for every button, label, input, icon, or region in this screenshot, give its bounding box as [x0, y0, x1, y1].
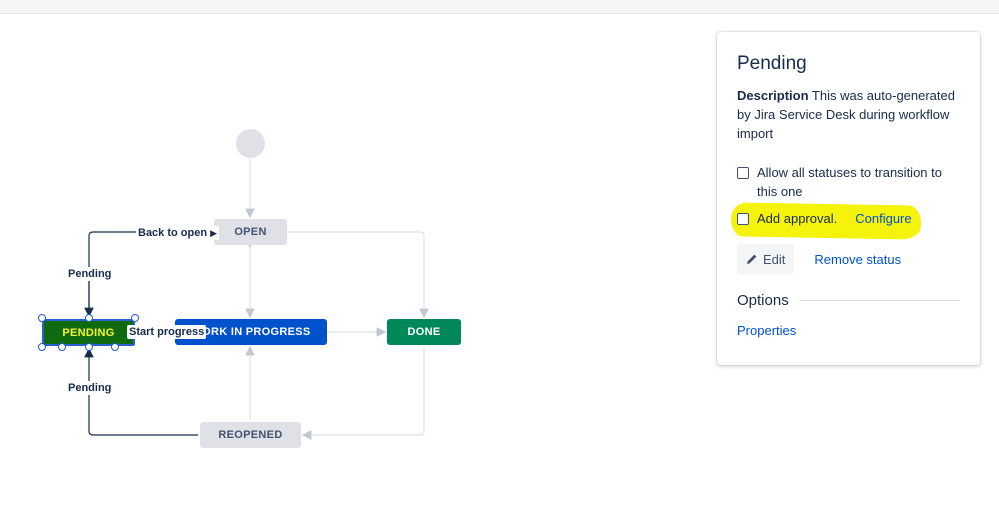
description-label: Description [737, 88, 809, 103]
transition-label-start-progress[interactable]: Start progress [127, 325, 207, 339]
add-approval-row: Add approval. Configure [737, 209, 960, 228]
transition-label-pending-bottom[interactable]: Pending [66, 381, 114, 395]
resize-handle[interactable] [85, 314, 93, 322]
resize-handle[interactable] [111, 343, 119, 351]
workflow-diagram: OPEN WORK IN PROGRESS DONE REOPENED PEND… [0, 0, 700, 508]
remove-status-link[interactable]: Remove status [814, 252, 901, 267]
transition-label-back-to-open[interactable]: Back to open ▶ [136, 226, 220, 240]
transition-lines [84, 158, 429, 440]
panel-title: Pending [737, 53, 807, 74]
status-details-panel: Pending Description This was auto-genera… [717, 32, 980, 365]
resize-handle[interactable] [85, 343, 93, 351]
status-pending-selected[interactable]: PENDING [42, 319, 135, 346]
allow-all-row: Allow all statuses to transition to this… [737, 163, 960, 201]
resize-handle[interactable] [58, 343, 66, 351]
status-open[interactable]: OPEN [214, 219, 287, 245]
pencil-icon [747, 254, 757, 264]
action-row: Edit Remove status [737, 244, 960, 274]
status-done[interactable]: DONE [387, 319, 461, 345]
resize-handle[interactable] [38, 314, 46, 322]
edit-label: Edit [763, 251, 786, 267]
allow-all-checkbox[interactable] [737, 167, 749, 179]
description: Description This was auto-generated by J… [737, 86, 960, 143]
resize-handle[interactable] [38, 343, 46, 351]
options-divider [798, 300, 960, 301]
edit-button[interactable]: Edit [737, 244, 795, 274]
configure-link[interactable]: Configure [855, 209, 911, 228]
resize-handle[interactable] [131, 314, 139, 322]
add-approval-checkbox[interactable] [737, 213, 749, 225]
options-header: Options [737, 292, 960, 309]
status-reopened[interactable]: REOPENED [200, 422, 301, 448]
add-approval-label[interactable]: Add approval. [757, 209, 837, 228]
allow-all-label[interactable]: Allow all statuses to transition to this… [757, 163, 960, 201]
open-to-done-line[interactable] [287, 231, 429, 319]
transition-label-pending-top[interactable]: Pending [66, 267, 114, 281]
arrow-right-icon: ▶ [210, 228, 218, 238]
back-to-open-text: Back to open [138, 227, 208, 239]
properties-link[interactable]: Properties [737, 323, 960, 338]
options-heading: Options [737, 292, 789, 309]
done-to-reopened-line[interactable] [301, 347, 425, 440]
start-node[interactable] [236, 129, 265, 158]
